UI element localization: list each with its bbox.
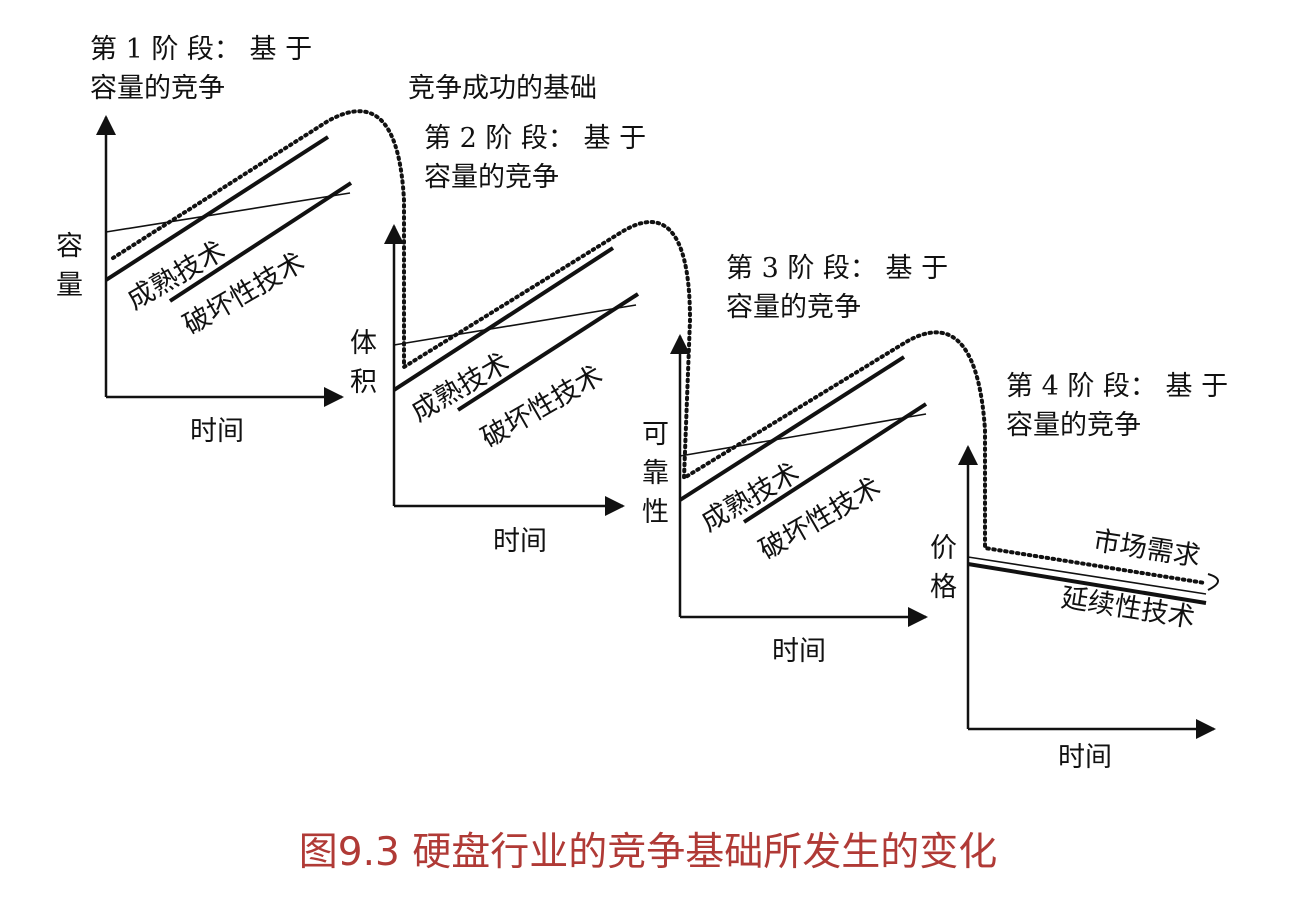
stage-4-x-label: 时间 (1058, 742, 1112, 773)
stage-2-title-line2: 容量的竞争 (424, 162, 559, 193)
stage-1-y-label-char-2: 量 (56, 270, 83, 301)
stage-3-title-line2: 容量的竞争 (726, 292, 861, 323)
stage-3-y-label-char-3: 性 (642, 497, 669, 528)
stage-4-title-line2: 容量的竞争 (1006, 410, 1141, 441)
stage-3-title-line1: 第 3 阶 段： 基 于 (726, 253, 948, 284)
stage-2-title-line1: 第 2 阶 段： 基 于 (424, 123, 646, 154)
stage-3-y-label-char-1: 可 (642, 419, 669, 450)
stage-1-y-label-char-1: 容 (56, 231, 83, 262)
stage-1-panel: 第 1 阶 段： 基 于 容量的竞争 容 量 时间 成熟技术 破坏性技术 (56, 34, 353, 447)
stage-3-y-label-char-2: 靠 (642, 458, 669, 489)
stage-2-y-label-char-2: 积 (350, 367, 377, 398)
stage-3-panel: 第 3 阶 段： 基 于 容量的竞争 可 靠 性 时间 成熟技术 破坏性技术 (642, 253, 948, 667)
stage-3-x-label: 时间 (772, 636, 826, 667)
figure-caption: 图9.3 硬盘行业的竞争基础所发生的变化 (299, 830, 997, 875)
disk-drive-competition-basis-diagram: 第 1 阶 段： 基 于 容量的竞争 容 量 时间 成熟技术 破坏性技术 竞争成… (56, 34, 1228, 875)
stage-2-x-label: 时间 (493, 526, 547, 557)
stage-1-title-line1: 第 1 阶 段： 基 于 (90, 34, 312, 65)
stage-1-title-line2: 容量的竞争 (90, 73, 225, 104)
stage-1-market-need-line (105, 192, 351, 233)
market-demand-end-hook (1207, 573, 1219, 591)
stage-4-title-line1: 第 4 阶 段： 基 于 (1006, 371, 1228, 402)
stage-4-y-label-char-2: 格 (930, 572, 957, 603)
stage-4-panel: 第 4 阶 段： 基 于 容量的竞争 价 格 时间 市场需求 延续性技术 (930, 371, 1228, 773)
stage-1-x-label: 时间 (190, 416, 244, 447)
stage-4-y-label-char-1: 价 (930, 533, 957, 564)
frontier-label: 竞争成功的基础 (408, 73, 597, 104)
stage-2-panel: 第 2 阶 段： 基 于 容量的竞争 体 积 时间 成熟技术 破坏性技术 (350, 123, 646, 557)
stage-2-y-label-char-1: 体 (350, 328, 377, 359)
